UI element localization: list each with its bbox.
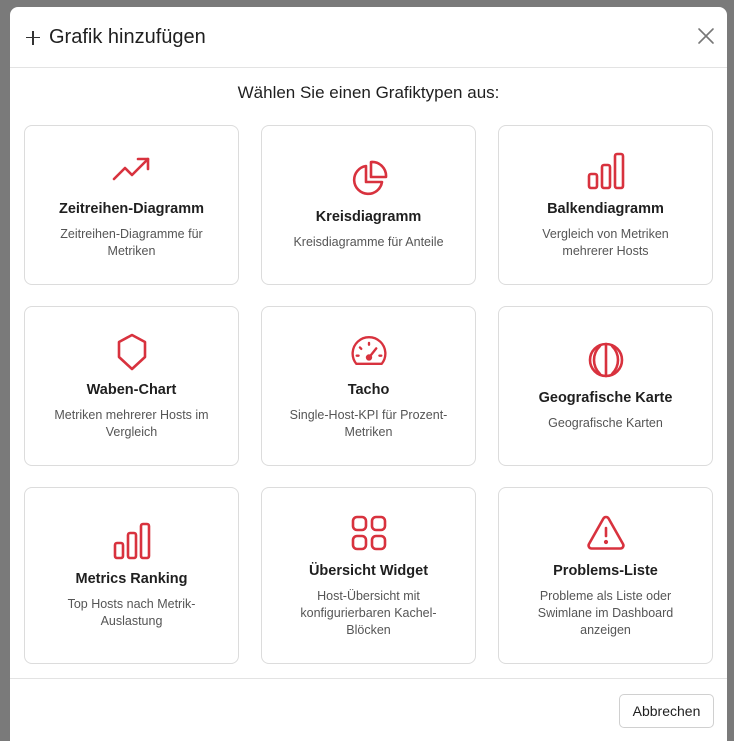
chart-type-card-honeycomb[interactable]: Waben-Chart Metriken mehrerer Hosts im V… [24, 306, 239, 466]
card-description: Probleme als Liste oder Swimlane im Dash… [537, 588, 674, 637]
card-description: Single-Host-KPI für Prozent-Metriken [289, 407, 448, 439]
close-icon[interactable] [697, 27, 715, 45]
card-title: Balkendiagramm [547, 200, 664, 217]
chart-type-card-timeseries[interactable]: Zeitreihen-Diagramm Zeitreihen-Diagramme… [24, 125, 239, 285]
card-description: Top Hosts nach Metrik-Auslastung [67, 597, 196, 628]
card-title: Übersicht Widget [308, 562, 429, 579]
bar-chart-icon [113, 522, 150, 560]
dialog-header: Grafik hinzufügen [10, 7, 727, 68]
chart-type-card-geomap[interactable]: Geografische Karte Geografische Karten [498, 306, 713, 466]
card-description: Metriken mehrerer Hosts im Vergleich [54, 407, 209, 439]
card-description: Host-Übersicht mit konfigurierbaren Kach… [300, 588, 437, 637]
chart-type-card-ranking[interactable]: Metrics Ranking Top Hosts nach Metrik-Au… [24, 487, 239, 664]
card-description: Zeitreihen-Diagramme für Metriken [60, 226, 203, 258]
card-title: Metrics Ranking [75, 571, 188, 587]
dialog-subtitle: Wählen Sie einen Grafiktypen aus: [237, 83, 500, 102]
globe-icon [588, 342, 623, 378]
grid-icon [351, 515, 386, 550]
card-title: Geografische Karte [538, 390, 673, 406]
add-chart-dialog: Grafik hinzufügen Wählen Sie einen Grafi… [10, 7, 727, 741]
pie-chart-icon [352, 160, 387, 196]
hexagon-icon [117, 333, 146, 370]
card-title: Problems-Liste [553, 562, 658, 579]
plus-icon [26, 30, 40, 45]
card-title: Kreisdiagramm [315, 209, 422, 225]
card-description: Vergleich von Metriken mehrerer Hosts [542, 226, 669, 258]
card-description: Geografische Karten [548, 416, 663, 430]
cancel-button[interactable]: Abbrechen [619, 694, 714, 728]
dialog-title: Grafik hinzufügen [49, 25, 206, 48]
warning-triangle-icon [586, 515, 625, 550]
gauge-icon [350, 335, 387, 365]
chart-type-card-bar[interactable]: Balkendiagramm Vergleich von Metriken me… [498, 125, 713, 285]
chart-type-grid: Zeitreihen-Diagramm Zeitreihen-Diagramme… [24, 125, 713, 664]
card-title: Waben-Chart [86, 381, 177, 398]
chart-type-card-gauge[interactable]: Tacho Single-Host-KPI für Prozent-Metrik… [261, 306, 476, 466]
card-title: Zeitreihen-Diagramm [58, 200, 205, 217]
card-description: Kreisdiagramme für Anteile [293, 235, 444, 249]
bar-chart-icon [587, 152, 624, 189]
card-title: Tacho [347, 381, 390, 398]
chart-type-card-overview[interactable]: Übersicht Widget Host-Übersicht mit konf… [261, 487, 476, 664]
chart-type-card-pie[interactable]: Kreisdiagramm Kreisdiagramme für Anteile [261, 125, 476, 285]
chart-type-card-problems[interactable]: Problems-Liste Probleme als Liste oder S… [498, 487, 713, 664]
trending-up-icon [112, 157, 149, 180]
dialog-footer: Abbrechen [10, 678, 727, 741]
